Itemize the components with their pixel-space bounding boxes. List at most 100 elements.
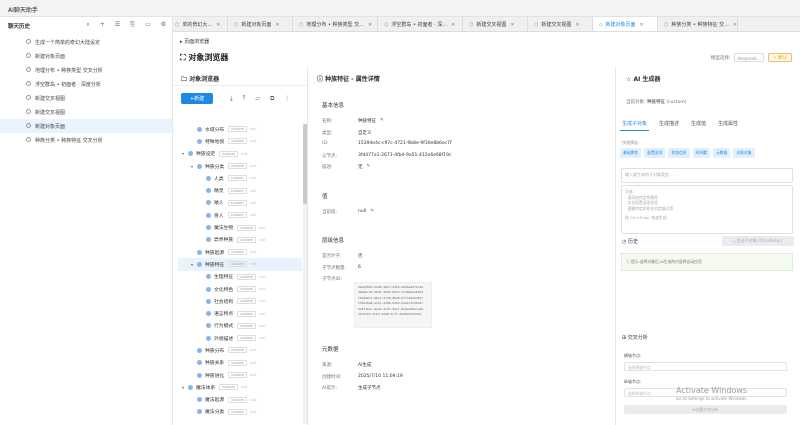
tree-node[interactable]: ▾ 种族特征 custom null [178,258,302,271]
upload-icon[interactable]: ⤒ [243,95,246,103]
edit-icon[interactable]: ✎ [370,209,374,215]
template-chip[interactable]: 状态信息 [668,148,690,158]
history-item[interactable]: 新建交叉视图 [0,91,172,105]
tab[interactable]: ⬡ 新建交叉视图 ✕ [528,17,593,31]
node-value-tag: null [249,188,256,193]
close-icon[interactable]: ✕ [451,22,455,28]
tree-node[interactable]: 特殊地貌 custom null [178,135,302,147]
history-item[interactable]: 浮空群岛 • 初面者 · 深度分析 [0,77,172,91]
search-icon[interactable]: ⌕ [86,21,89,29]
default-button[interactable]: ⚡ 默认 [768,53,792,62]
row-node-select[interactable]: 选择横轴节点 [624,362,787,371]
tree-node[interactable]: 文化特色 custom null [178,283,302,295]
edit-icon[interactable]: ✎ [380,118,384,124]
tree-node[interactable]: ▾ 种族分类 custom null [178,160,302,172]
tree-node[interactable]: 行为模式 custom null [178,320,302,332]
cross-analysis-label: 交叉分析 [627,335,648,341]
close-icon[interactable]: ✕ [510,22,514,28]
tree-node[interactable]: 兽人 custom null [178,209,302,221]
download-icon[interactable]: ⤓ [230,95,233,103]
windows-watermark: Activate Windows [676,386,748,395]
tree-node[interactable]: 水域分布 custom null [178,123,302,135]
add-icon[interactable]: + [100,21,105,29]
history-button[interactable]: ◷ 历史 [622,238,638,245]
edit-icon[interactable]: ✎ [367,164,371,170]
tree-node-label: 异界种族 [214,238,234,244]
breadcrumb[interactable]: ▸ 页面浏览器 [180,38,209,45]
tree-node[interactable]: 种族起源 custom null [178,246,302,258]
folder-open-icon[interactable]: ▱ [255,95,260,103]
node-type-tag: custom [228,347,248,354]
prompt-line: - 遵循特定的命名约定格式等 [625,205,674,211]
close-icon[interactable]: ✕ [368,22,372,28]
generator-tab[interactable]: 生成描述 [657,120,681,131]
circle-icon [26,95,31,100]
detail-row: 描述: 无 ✎ [322,164,370,170]
tree-node[interactable]: 魔法分类 custom null [178,406,302,418]
template-chip[interactable]: 关联对象 [733,148,755,158]
model-select[interactable]: deepseek... [734,53,765,62]
tree-node[interactable]: 外貌描述 custom null [178,332,302,344]
history-item[interactable]: 生成一个简单的奇幻大陆设定 [0,35,172,49]
tree-node[interactable]: ▾ 魔法体系 custom null [178,381,302,393]
export-icon[interactable]: ⎘ [130,21,135,29]
close-icon[interactable]: ✕ [575,22,579,28]
node-icon [197,138,202,144]
create-cross-analysis-button[interactable]: ⊞ 创建交叉分析 [624,405,787,414]
close-icon[interactable]: ✕ [216,22,220,28]
circle-icon [26,53,31,58]
close-icon[interactable]: ✕ [275,22,279,28]
generator-tab[interactable]: 生成值 [689,120,708,131]
tree-node[interactable]: 异界种族 custom null [178,234,302,246]
tree-node[interactable]: 种族分布 custom null [178,344,302,356]
list-icon[interactable]: ☰ [115,21,120,29]
close-icon[interactable]: ✕ [640,22,644,28]
close-icon[interactable]: ✕ [733,22,737,28]
settings-icon[interactable]: ⚙ [161,21,166,29]
breadcrumb-label: 页面浏览器 [184,39,210,45]
history-item[interactable]: 种族分类 • 种族特征 交叉分析 [0,133,172,147]
new-object-button[interactable]: + 新建 [181,93,213,104]
tree-node[interactable]: 魔法生物 custom null [178,221,302,233]
tree-node[interactable]: 社会结构 custom null [178,295,302,307]
generator-tab[interactable]: 生成属性 [716,120,740,131]
history-item[interactable]: 地理分布 • 种族类型 交叉分析 [0,63,172,77]
tab[interactable]: ⬡ 浮空群岛 • 初面者 · 深... ✕ [378,17,463,31]
object-type-input[interactable]: 输入要生成的子对象类型... [621,168,793,183]
tree-node[interactable]: 生理特征 custom null [178,271,302,283]
tab[interactable]: ⬡ 种族分类 • 种族特征 交... ✕ [658,17,738,31]
history-item[interactable]: 新建对象页面 [0,49,172,63]
tree-node[interactable]: 人类 custom null [178,172,302,184]
prompt-textarea[interactable]: 可选: - 请添加特定的属性 - 包含配置选项信息 - 遵循特定的命名约定格式等按 C… [621,185,793,234]
object-tree: 水域分布 custom null 特殊地貌 custom null ▾ 种族设定 custom n… [178,123,302,418]
tree-scrollbar[interactable] [303,124,307,424]
tree-node[interactable]: 种族进化 custom null [178,369,302,381]
tab[interactable]: ⬡ 新建对象页面 ✕ [228,17,293,31]
tree-node[interactable]: 矮人 custom null [178,197,302,209]
copy-icon[interactable]: ⧉ [270,95,274,103]
template-chip[interactable]: 基础属性 [620,148,642,158]
more-icon[interactable]: ⋮ [284,95,290,103]
tree-node[interactable]: 魔法起源 custom null [178,394,302,406]
tab[interactable]: ⬦ 新建对象页面 ✕ [593,17,658,31]
tab[interactable]: ⬡ 新建交叉视图 ✕ [463,17,528,31]
template-chip[interactable]: 时间戳 [692,148,710,158]
tab[interactable]: ⬡ 单的奇幻大... ✕ [173,17,228,31]
history-item[interactable]: 新建对象页面 [0,119,172,133]
tab[interactable]: ⬡ 地理分布 • 种族类型 交... ✕ [293,17,378,31]
detail-title-label: 种族特征 - 属性详情 [325,76,380,83]
generator-tab[interactable]: 生成子对象 [620,120,650,131]
folder-icon[interactable]: ▭ [145,21,151,29]
node-value-tag: null [259,299,266,304]
tree-node[interactable]: 精灵 custom null [178,184,302,196]
template-chip[interactable]: 配置选项 [644,148,666,158]
template-chip[interactable]: 元数据 [712,148,731,158]
tree-scrollbar-thumb[interactable] [303,124,307,204]
history-item[interactable]: 新建交叉视图 [0,105,172,119]
tree-node[interactable]: 种族关系 custom null [178,357,302,369]
generate-button[interactable]: ▷ 生成子对象 (Ctrl+Enter) [722,236,794,246]
tree-node[interactable]: 语言特点 custom null [178,307,302,319]
tree-node[interactable]: ▾ 种族设定 custom null [178,148,302,160]
node-type-tag: custom [227,187,247,194]
node-type-tag: custom [227,175,247,182]
